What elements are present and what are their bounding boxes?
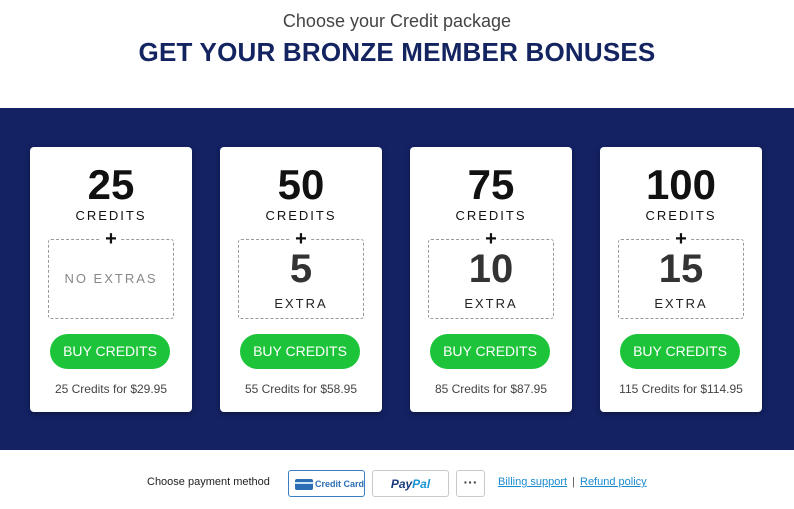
page-header: Choose your Credit package GET YOUR BRON… (0, 0, 794, 108)
plus-icon: + (30, 228, 192, 250)
credit-card-label: Credit Card (315, 479, 365, 489)
credit-amount: 50 (277, 161, 325, 208)
extra-amount: 10 (468, 247, 514, 291)
extra-label: EXTRA (464, 296, 518, 311)
buy-credits-button-25[interactable]: BUY CREDITS (50, 334, 170, 369)
no-extras-label: NO EXTRAS (64, 271, 158, 286)
more-payment-methods-button[interactable]: ··· (456, 470, 485, 497)
plus-icon: + (220, 228, 382, 250)
paypal-logo-icon: PayPal (390, 477, 431, 491)
refund-policy-link[interactable]: Refund policy (580, 476, 647, 488)
credit-unit: CREDITS (645, 208, 717, 223)
payment-footer: Choose payment method Credit Card PayPal… (0, 450, 794, 509)
paypal-button[interactable]: PayPal (372, 470, 449, 497)
credit-amount: 100 (645, 161, 717, 208)
extra-label: EXTRA (654, 296, 708, 311)
package-price: 115 Credits for $114.95 (619, 382, 743, 396)
plus-icon: + (600, 228, 762, 250)
credit-unit: CREDITS (265, 208, 337, 223)
credit-unit: CREDITS (75, 208, 147, 223)
buy-credits-button-75[interactable]: BUY CREDITS (430, 334, 550, 369)
package-card-100: 100 CREDITS + 15 EXTRA BUY CREDITS 115 C… (600, 147, 762, 412)
billing-support-link[interactable]: Billing support (498, 476, 567, 488)
buy-credits-button-50[interactable]: BUY CREDITS (240, 334, 360, 369)
page-subtitle: Choose your Credit package (282, 11, 512, 31)
package-card-50: 50 CREDITS + 5 EXTRA BUY CREDITS 55 Cred… (220, 147, 382, 412)
credit-card-icon (295, 479, 313, 490)
extra-label: EXTRA (274, 296, 328, 311)
link-separator: | (572, 476, 575, 488)
extra-amount: 5 (289, 247, 313, 291)
page-title: GET YOUR BRONZE MEMBER BONUSES (138, 37, 656, 67)
package-price: 55 Credits for $58.95 (244, 382, 358, 396)
package-price: 85 Credits for $87.95 (434, 382, 548, 396)
credit-card-button[interactable]: Credit Card (288, 470, 365, 497)
credit-unit: CREDITS (455, 208, 527, 223)
payment-method-label: Choose payment method (147, 476, 270, 488)
credit-amount: 25 (87, 161, 135, 208)
packages-band: 25 CREDITS + NO EXTRAS BUY CREDITS 25 Cr… (0, 108, 794, 450)
plus-icon: + (410, 228, 572, 250)
extra-amount: 15 (658, 247, 704, 291)
package-price: 25 Credits for $29.95 (54, 382, 168, 396)
package-card-75: 75 CREDITS + 10 EXTRA BUY CREDITS 85 Cre… (410, 147, 572, 412)
package-card-25: 25 CREDITS + NO EXTRAS BUY CREDITS 25 Cr… (30, 147, 192, 412)
credit-amount: 75 (467, 161, 515, 208)
buy-credits-button-100[interactable]: BUY CREDITS (620, 334, 740, 369)
